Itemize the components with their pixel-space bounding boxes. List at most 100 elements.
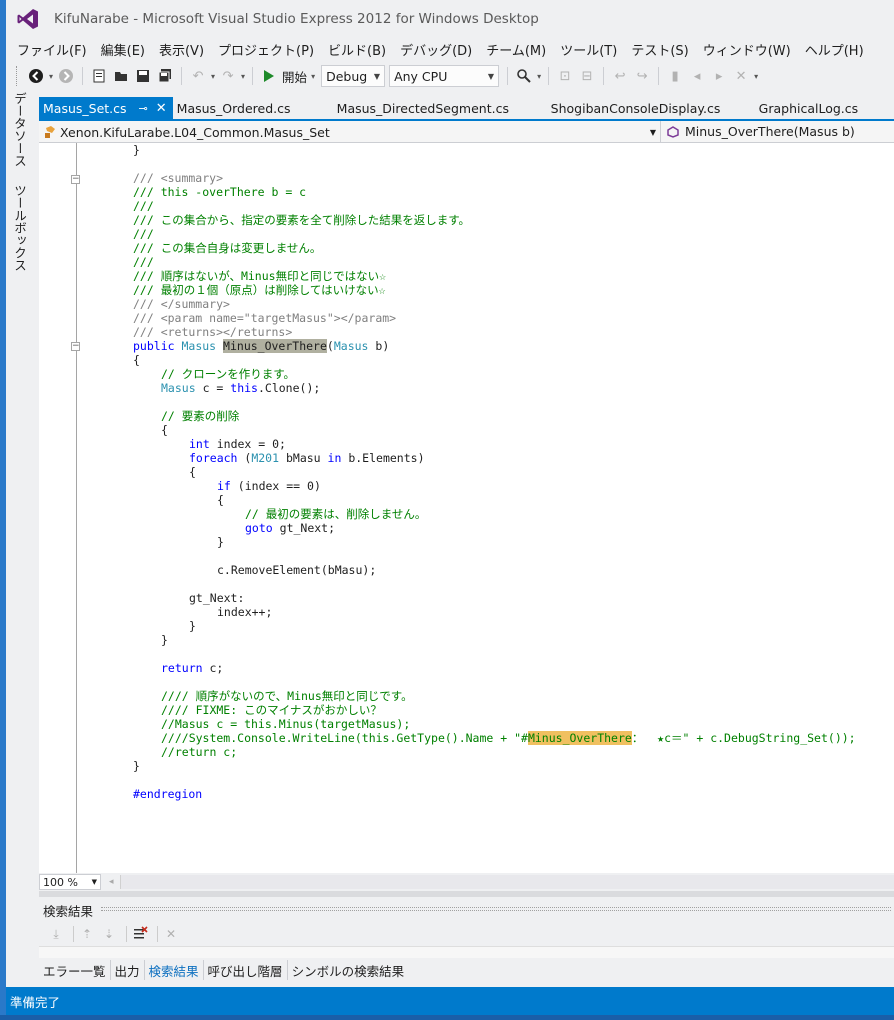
toolbar-separator — [603, 67, 605, 85]
redo-icon[interactable]: ↷ — [219, 67, 237, 85]
editor-margin — [39, 143, 69, 873]
side-tab-data-sources[interactable]: データソース — [10, 92, 29, 167]
next-result-icon[interactable]: ⇣ — [100, 925, 118, 943]
menu-file[interactable]: ファイル(F) — [10, 40, 94, 59]
tab-masus-set[interactable]: Masus_Set.cs ⊸ ✕ — [39, 97, 173, 119]
step-over-icon[interactable]: ⊟ — [578, 67, 596, 85]
next-bookmark-icon[interactable]: ▸ — [710, 67, 728, 85]
code-line: return c; — [161, 661, 224, 675]
code-line: // クローンを作ります。 — [161, 367, 296, 381]
menu-team[interactable]: チーム(M) — [479, 40, 553, 59]
navigate-forward-icon[interactable] — [57, 67, 75, 85]
undo-icon[interactable]: ↶ — [189, 67, 207, 85]
member-selector-value: Minus_OverThere(Masus b) — [685, 124, 855, 139]
step-into-icon[interactable]: ⊡ — [556, 67, 574, 85]
tab-label: ShogibanConsoleDisplay.cs — [550, 100, 721, 116]
start-debugging-button[interactable]: 開始 ▾ — [262, 67, 317, 86]
back-dropdown-icon[interactable]: ▾ — [49, 72, 53, 81]
toolbar-overflow-icon[interactable]: ▾ — [754, 72, 758, 81]
collapse-region-icon[interactable]: − — [71, 342, 80, 351]
find-in-files-icon[interactable] — [515, 67, 533, 85]
clear-bookmarks-icon[interactable]: ✕ — [732, 67, 750, 85]
close-icon[interactable]: ✕ — [156, 101, 167, 116]
method-icon — [667, 125, 679, 138]
code-line: /// <summary> — [133, 171, 224, 185]
solution-configuration-select[interactable]: Debug ▼ — [321, 65, 386, 87]
code-line: c.RemoveElement(bMasu); — [217, 563, 377, 577]
find-dropdown-icon[interactable]: ▾ — [537, 72, 541, 81]
code-line: //Masus c = this.Minus(targetMasus); — [161, 717, 411, 731]
side-tab-toolbox[interactable]: ツールボックス — [10, 184, 29, 272]
play-icon — [264, 70, 275, 82]
tab-error-list[interactable]: エラー一覧 — [39, 960, 111, 980]
navigate-back-icon[interactable] — [27, 67, 45, 85]
type-selector-value: Xenon.KifuLarabe.L04_Common.Masus_Set — [60, 124, 330, 140]
type-selector[interactable]: Xenon.KifuLarabe.L04_Common.Masus_Set ▼ — [39, 121, 661, 143]
toolbar-separator — [548, 67, 550, 85]
tab-label: Masus_DirectedSegment.cs — [336, 100, 509, 116]
code-line: if (index == 0) — [217, 479, 321, 493]
code-line: } — [189, 619, 196, 633]
tab-shogibanconsoledisplay[interactable]: ShogibanConsoleDisplay.cs — [547, 97, 755, 119]
new-project-icon[interactable] — [90, 67, 108, 85]
code-line: { — [217, 493, 224, 507]
method-name-highlight: Minus_OverThere — [223, 339, 327, 353]
scroll-left-icon[interactable]: ◂ — [109, 877, 114, 887]
member-selector[interactable]: Minus_OverThere(Masus b) — [661, 121, 894, 142]
menu-debug[interactable]: デバッグ(D) — [393, 40, 479, 59]
menu-tools[interactable]: ツール(T) — [553, 40, 624, 59]
code-line: /// 最初の１個（原点）は削除してはいけない☆ — [133, 283, 386, 297]
code-line: /// 順序はないが、Minus無印と同じではない☆ — [133, 269, 387, 283]
tab-masus-ordered[interactable]: Masus_Ordered.cs — [173, 97, 333, 119]
code-line: } — [133, 143, 140, 157]
save-icon[interactable] — [134, 67, 152, 85]
collapse-region-icon[interactable]: − — [71, 175, 80, 184]
previous-result-icon[interactable]: ⇡ — [78, 925, 96, 943]
menu-view[interactable]: 表示(V) — [152, 40, 211, 59]
panel-grip[interactable] — [101, 907, 891, 911]
clear-all-icon[interactable] — [131, 925, 149, 943]
menu-edit[interactable]: 編集(E) — [94, 40, 152, 59]
tab-output[interactable]: 出力 — [111, 960, 145, 980]
code-line: /// <param name="targetMasus"></param> — [133, 311, 397, 325]
redo-dropdown-icon[interactable]: ▾ — [241, 72, 245, 81]
uncomment-icon[interactable]: ↪ — [633, 67, 651, 85]
find-results-list[interactable] — [39, 946, 894, 958]
save-all-icon[interactable] — [156, 67, 174, 85]
menu-window[interactable]: ウィンドウ(W) — [696, 40, 798, 59]
toolbar-grip[interactable] — [16, 66, 19, 86]
undo-dropdown-icon[interactable]: ▾ — [211, 72, 215, 81]
tab-masus-directedsegment[interactable]: Masus_DirectedSegment.cs — [333, 97, 547, 119]
code-line: // 要素の削除 — [161, 409, 240, 423]
start-label: 開始 — [282, 69, 308, 85]
go-to-location-icon[interactable]: ⤓ — [47, 925, 65, 943]
previous-bookmark-icon[interactable]: ◂ — [688, 67, 706, 85]
code-line: //// FIXME: このマイナスがおかしい？ — [161, 703, 382, 717]
menu-bar: ファイル(F) 編集(E) 表示(V) プロジェクト(P) ビルド(B) デバッ… — [6, 38, 894, 60]
open-file-icon[interactable] — [112, 67, 130, 85]
menu-project[interactable]: プロジェクト(P) — [211, 40, 321, 59]
platform-value: Any CPU — [394, 68, 448, 84]
bookmark-icon[interactable]: ▮ — [666, 67, 684, 85]
chevron-down-icon: ▼ — [487, 71, 495, 81]
zoom-select[interactable]: 100 % ▼ — [39, 874, 101, 890]
code-line: Masus c = this.Clone(); — [161, 381, 321, 395]
class-icon — [45, 126, 55, 138]
tab-call-hierarchy[interactable]: 呼び出し階層 — [204, 960, 288, 980]
tab-graphicallog[interactable]: GraphicalLog.cs — [755, 97, 871, 119]
code-editor[interactable]: − − } /// <summary> /// this -overThere … — [39, 143, 894, 873]
menu-test[interactable]: テスト(S) — [624, 40, 695, 59]
menu-help[interactable]: ヘルプ(H) — [798, 40, 871, 59]
tab-find-results[interactable]: 検索結果 — [145, 960, 204, 980]
stop-find-icon[interactable]: ✕ — [162, 925, 180, 943]
horizontal-scrollbar[interactable] — [119, 875, 894, 889]
toolbar-separator — [126, 926, 127, 942]
tab-find-symbol-results[interactable]: シンボルの検索結果 — [288, 960, 409, 980]
toolbar-separator — [82, 67, 84, 85]
solution-platform-select[interactable]: Any CPU ▼ — [389, 65, 500, 87]
comment-icon[interactable]: ↩ — [611, 67, 629, 85]
menu-build[interactable]: ビルド(B) — [321, 40, 393, 59]
pin-icon[interactable]: ⊸ — [139, 102, 148, 115]
start-dropdown-icon[interactable]: ▾ — [311, 72, 315, 81]
code-line: /// </summary> — [133, 297, 230, 311]
